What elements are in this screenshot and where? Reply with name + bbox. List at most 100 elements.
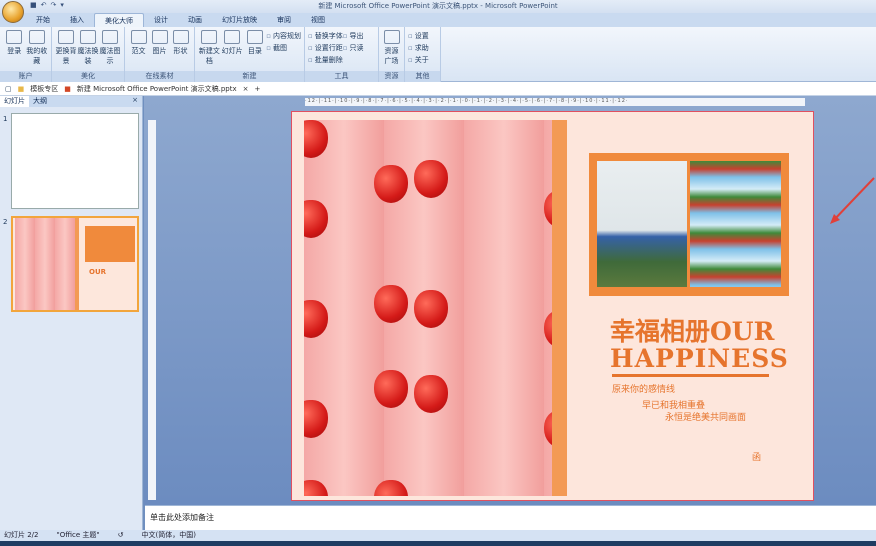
signature-mark: 函: [752, 453, 762, 463]
group-beautify: 更换背景 魔法换装 魔法图示 美化: [52, 27, 125, 82]
slide-title-en[interactable]: HAPPINESS: [610, 345, 789, 372]
vertical-ruler: [148, 120, 156, 500]
refresh-icon: [58, 30, 74, 44]
tab-view[interactable]: 视图: [301, 13, 335, 27]
open-folder-icon[interactable]: ■: [18, 85, 25, 93]
spellcheck-icon[interactable]: ↺: [118, 530, 124, 541]
group-resource: 资源广场 资源: [379, 27, 405, 82]
strawberry: [414, 375, 448, 413]
strawberry: [414, 160, 448, 198]
readonly-button[interactable]: 只读: [343, 43, 364, 53]
quick-access-toolbar: ■ ↶ ↷ ▾: [30, 1, 64, 12]
close-tab-icon[interactable]: ×: [243, 85, 249, 93]
new-file-icon[interactable]: ▢: [5, 85, 12, 93]
notes-pane[interactable]: 单击此处添加备注: [145, 505, 876, 530]
group-account: 登录 我的收藏 账户: [0, 27, 52, 82]
group-tools: 替换字体设置行距批量删除 导出只读 工具: [305, 27, 379, 82]
group-online: 范文 图片 形状 在线素材: [125, 27, 195, 82]
photo-frame[interactable]: [589, 153, 789, 296]
template-zone-tab[interactable]: 模板专区: [30, 84, 58, 94]
document-tab[interactable]: 新建 Microsoft Office PowerPoint 演示文稿.pptx: [77, 84, 237, 94]
tab-insert[interactable]: 插入: [60, 13, 94, 27]
slide-number: 2: [3, 218, 8, 226]
new-doc-icon: [201, 30, 218, 44]
window-title: 新建 Microsoft Office PowerPoint 演示文稿.pptx…: [318, 2, 558, 10]
line-spacing-button[interactable]: 设置行距: [308, 43, 343, 53]
add-tab-icon[interactable]: +: [254, 85, 260, 93]
strawberry: [304, 480, 328, 496]
group-new: 新建文档 幻灯片 目录 内容规划截图 新建: [195, 27, 305, 82]
office-button[interactable]: [2, 1, 24, 23]
wand-icon: [80, 30, 96, 44]
slide-count: 幻灯片 2/2: [4, 531, 39, 539]
status-bar: 幻灯片 2/2 "Office 主题" ↺ 中文(简体，中国): [0, 530, 876, 541]
strawberry: [304, 200, 328, 238]
slide[interactable]: 幸福相册OUR HAPPINESS 原来你的感情线 早已和我相重叠 永恒是绝美共…: [291, 111, 814, 501]
group-label: 工具: [305, 71, 378, 82]
ribbon-tabs: 开始 插入 美化大师 设计 动画 幻灯片放映 审阅 视图: [0, 13, 876, 27]
redo-icon[interactable]: ↷: [51, 1, 57, 12]
strawberry-image: [304, 120, 552, 496]
ribbon: 登录 我的收藏 账户 更换背景 魔法换装 魔法图示 美化 范文 图片 形状 在线…: [0, 27, 876, 82]
photo-landscape: [597, 161, 687, 287]
strawberry: [374, 370, 408, 408]
strawberry: [374, 165, 408, 203]
slide-thumbnail-1[interactable]: [11, 113, 139, 209]
tab-slides[interactable]: 幻灯片: [0, 96, 29, 107]
poem-line[interactable]: 原来你的感情线: [612, 382, 675, 395]
slides-pane: 幻灯片 大纲 × 1 2 OUR: [0, 96, 143, 530]
strawberry: [304, 300, 328, 338]
tab-design[interactable]: 设计: [144, 13, 178, 27]
close-pane-icon[interactable]: ×: [132, 96, 142, 107]
folder-icon: [28, 30, 45, 44]
strawberry: [304, 120, 328, 158]
document-tabs: ▢ ■ 模板专区 ■ 新建 Microsoft Office PowerPoint…: [0, 82, 876, 96]
tab-home[interactable]: 开始: [26, 13, 60, 27]
diagram-icon: [102, 30, 118, 44]
slide-thumbnail-2[interactable]: OUR: [11, 216, 139, 312]
group-label: 其他: [405, 71, 440, 82]
tab-animation[interactable]: 动画: [178, 13, 212, 27]
strawberry: [544, 410, 552, 448]
theme-name: "Office 主题": [56, 531, 100, 539]
group-label: 新建: [195, 71, 304, 82]
list-icon: [246, 30, 263, 44]
shape-icon: [172, 30, 189, 44]
strawberry: [414, 290, 448, 328]
strawberry: [374, 285, 408, 323]
screenshot-button[interactable]: 截图: [266, 43, 301, 53]
decorative-bar: [552, 120, 567, 496]
poem-line[interactable]: 永恒是绝美共同画面: [665, 410, 746, 423]
strawberry: [304, 400, 328, 438]
group-label: 美化: [52, 71, 124, 82]
image-icon: [151, 30, 168, 44]
annotation-arrow-icon: [830, 177, 875, 224]
slide-number: 1: [3, 115, 8, 123]
customize-icon[interactable]: ▾: [60, 1, 64, 12]
slide-title[interactable]: 幸福相册OUR: [610, 318, 774, 345]
user-icon: [6, 30, 23, 44]
batch-delete-button[interactable]: 批量删除: [308, 55, 343, 65]
tab-outline[interactable]: 大纲: [29, 96, 51, 107]
tab-review[interactable]: 审阅: [267, 13, 301, 27]
about-button[interactable]: 关于: [408, 55, 429, 65]
group-label: 在线素材: [125, 71, 194, 82]
language[interactable]: 中文(简体，中国): [141, 530, 195, 541]
content-plan-button[interactable]: 内容规划: [266, 31, 301, 41]
title-bar: 新建 Microsoft Office PowerPoint 演示文稿.pptx…: [0, 0, 876, 13]
help-button[interactable]: 求助: [408, 43, 429, 53]
title-underline: [612, 374, 769, 377]
replace-font-button[interactable]: 替换字体: [308, 31, 343, 41]
strawberry: [544, 310, 552, 348]
settings-button[interactable]: 设置: [408, 31, 429, 41]
group-label: 资源: [379, 71, 404, 82]
grid-icon: [383, 30, 400, 44]
tab-beautify-master[interactable]: 美化大师: [94, 13, 144, 27]
group-other: 设置求助关于 其他: [405, 27, 441, 82]
undo-icon[interactable]: ↶: [41, 1, 47, 12]
photo-pattern: [690, 161, 781, 287]
export-button[interactable]: 导出: [343, 31, 364, 41]
tab-slideshow[interactable]: 幻灯片放映: [212, 13, 267, 27]
save-icon[interactable]: ■: [30, 1, 37, 12]
powerpoint-icon: ■: [64, 84, 71, 93]
